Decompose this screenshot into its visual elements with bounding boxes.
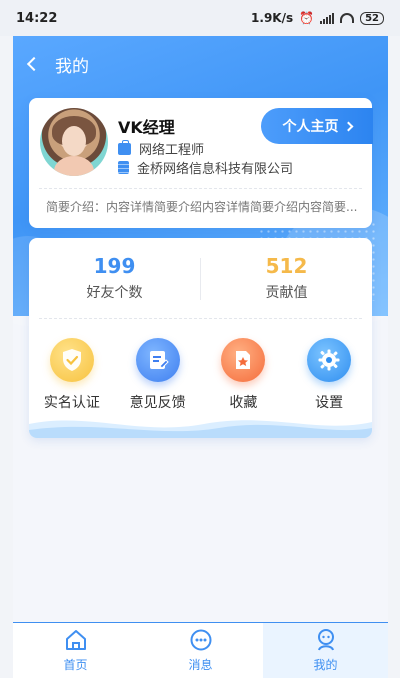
avatar[interactable] (40, 108, 108, 176)
page-title: 我的 (55, 56, 89, 77)
real-name-auth-button[interactable]: 实名认证 (29, 338, 115, 412)
home-icon (65, 630, 86, 650)
back-arrow-icon[interactable] (26, 56, 42, 72)
briefcase-icon (118, 139, 131, 155)
edit-doc-icon (135, 338, 180, 382)
favorites-button[interactable]: 收藏 (201, 338, 287, 412)
company-name: 金桥网络信息科技有限公司 (137, 162, 294, 177)
avatar-body (54, 156, 94, 176)
avatar-face (62, 126, 86, 156)
contribution-label: 贡献值 (265, 285, 308, 301)
gear-icon (307, 338, 352, 382)
wifi-icon (340, 13, 355, 23)
action-label: 收藏 (229, 395, 258, 411)
profile-card: VK经理 网络工程师 金桥网络信息科技有限公司 个人主页 简要介绍：内容详情简要… (29, 98, 373, 228)
wave-decoration (29, 420, 372, 438)
status-time: 14:22 (16, 10, 58, 26)
settings-button[interactable]: 设置 (286, 338, 372, 412)
action-label: 实名认证 (43, 395, 100, 411)
user-name: VK经理 (118, 118, 175, 137)
bottom-tab-bar: 首页 消息 我的 (13, 622, 388, 678)
status-bar: 14:22 1.9K/s ⏰ 52 (0, 0, 400, 36)
job-line: 网络工程师 (118, 139, 204, 158)
action-label: 意见反馈 (129, 395, 186, 411)
friends-count: 199 (93, 254, 136, 278)
tab-label: 消息 (188, 658, 213, 672)
message-icon (190, 629, 211, 651)
job-title: 网络工程师 (139, 143, 205, 158)
navigation-bar: 我的 (13, 36, 388, 92)
battery-icon: 52 (360, 11, 384, 25)
action-label: 设置 (315, 395, 344, 411)
chevron-right-icon (343, 121, 353, 131)
divider (39, 188, 362, 189)
alarm-icon: ⏰ (299, 11, 315, 25)
friends-label: 好友个数 (86, 285, 143, 301)
profile-intro[interactable]: 简要介绍：内容详情简要介绍内容详情简要介绍内容简要... (46, 198, 361, 215)
tab-home[interactable]: 首页 (13, 623, 138, 678)
feedback-button[interactable]: 意见反馈 (115, 338, 201, 412)
status-indicators: 1.9K/s ⏰ 52 (251, 11, 384, 25)
friends-stat[interactable]: 199 好友个数 (29, 254, 200, 302)
app-screen: 我的 VK经理 网络工程师 金桥网络信息科技有限公司 个人主页 简要介绍：内容详… (13, 36, 388, 678)
personal-homepage-label: 个人主页 (282, 119, 339, 135)
tab-label: 首页 (63, 658, 88, 672)
signal-icon (320, 12, 335, 24)
shield-check-icon (49, 338, 94, 382)
tab-mine[interactable]: 我的 (263, 623, 388, 678)
user-icon (317, 629, 334, 651)
contribution-stat[interactable]: 512 贡献值 (201, 254, 372, 302)
contribution-count: 512 (265, 254, 308, 278)
stats-card: 199 好友个数 512 贡献值 实名认证 意见反馈 收藏 设置 (29, 238, 372, 438)
divider (39, 318, 362, 319)
tab-label: 我的 (313, 658, 338, 672)
personal-homepage-button[interactable]: 个人主页 (261, 108, 373, 144)
company-line: 金桥网络信息科技有限公司 (118, 158, 293, 177)
building-icon (118, 161, 129, 174)
star-doc-icon (221, 338, 266, 382)
action-grid: 实名认证 意见反馈 收藏 设置 (29, 338, 372, 412)
tab-messages[interactable]: 消息 (138, 623, 263, 678)
network-speed: 1.9K/s (251, 11, 294, 25)
